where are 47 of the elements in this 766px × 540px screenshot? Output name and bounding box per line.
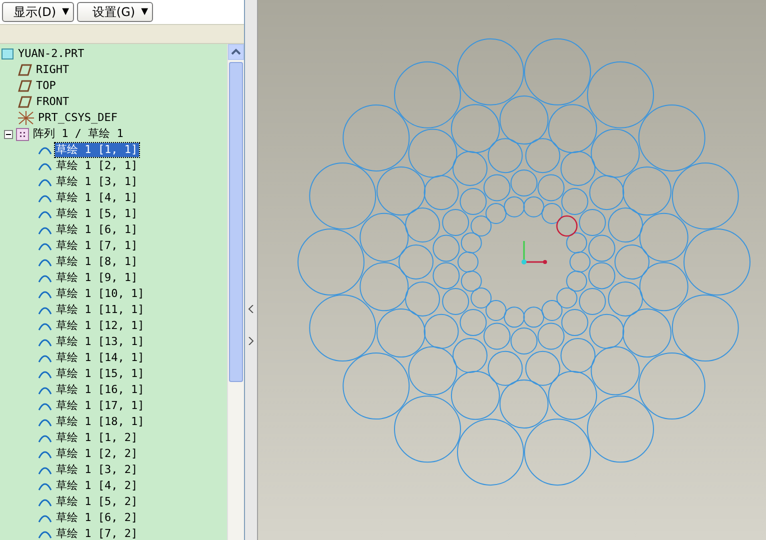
pattern-icon (16, 128, 29, 140)
tree-item[interactable]: 草绘 1 [1, 2] (55, 431, 139, 445)
tree-item[interactable]: PRT_CSYS_DEF (37, 111, 118, 125)
tree-item[interactable]: 草绘 1 [14, 1] (55, 351, 146, 365)
tree-item[interactable]: 草绘 1 [4, 2] (55, 479, 139, 493)
tree-item[interactable]: 草绘 1 [16, 1] (55, 383, 146, 397)
coordinate-system-icon (18, 111, 34, 125)
tree-item[interactable]: 阵列 1 / 草绘 1 (32, 127, 124, 141)
tree-item[interactable]: 草绘 1 [7, 2] (55, 527, 139, 540)
dropdown-button[interactable]: 显示(D) ▼ (2, 2, 74, 22)
tree-item[interactable]: FRONT (35, 95, 70, 109)
plane-icon (18, 80, 32, 92)
tree-item[interactable]: 草绘 1 [10, 1] (55, 287, 146, 301)
tree-item[interactable]: 草绘 1 [5, 2] (55, 495, 139, 509)
plane-icon (18, 96, 32, 108)
tree-item[interactable]: 草绘 1 [1, 1] (55, 143, 139, 157)
tree-item[interactable]: 草绘 1 [18, 1] (55, 415, 146, 429)
scroll-up-icon[interactable] (228, 44, 244, 60)
plane-icon (18, 64, 32, 76)
tree-item[interactable]: 草绘 1 [4, 1] (55, 191, 139, 205)
tree-item[interactable]: 草绘 1 [9, 1] (55, 271, 139, 285)
tree-item[interactable]: 草绘 1 [7, 1] (55, 239, 139, 253)
tree-item[interactable]: 草绘 1 [8, 1] (55, 255, 139, 269)
tree-item[interactable]: TOP (35, 79, 57, 93)
tree-item[interactable]: RIGHT (35, 63, 70, 77)
tree-item[interactable]: 草绘 1 [2, 2] (55, 447, 139, 461)
vertical-scrollbar[interactable] (227, 44, 244, 540)
tree-item[interactable]: 草绘 1 [13, 1] (55, 335, 146, 349)
collapse-icon[interactable] (4, 130, 13, 138)
part-icon (1, 48, 14, 60)
scroll-thumb[interactable] (229, 62, 244, 382)
tree-item[interactable]: 草绘 1 [11, 1] (55, 303, 146, 317)
tree-item[interactable]: 草绘 1 [5, 1] (55, 207, 139, 221)
tree-item[interactable]: 草绘 1 [12, 1] (55, 319, 146, 333)
tree-item[interactable]: 草绘 1 [2, 1] (55, 159, 139, 173)
tree-item[interactable]: 草绘 1 [3, 2] (55, 463, 139, 477)
tree-item[interactable]: 草绘 1 [17, 1] (55, 399, 146, 413)
tree-item[interactable]: 草绘 1 [6, 2] (55, 511, 139, 525)
highlighted-circle (556, 215, 578, 237)
collapse-left-icon[interactable] (248, 305, 254, 313)
tree-item[interactable]: 草绘 1 [6, 1] (55, 223, 139, 237)
coordinate-axes-icon (522, 241, 547, 264)
tree-item[interactable]: YUAN-2.PRT (17, 47, 86, 61)
expand-right-icon[interactable] (248, 337, 254, 345)
tree-item[interactable]: 草绘 1 [15, 1] (55, 367, 146, 381)
dropdown-button[interactable]: 设置(G) ▼ (77, 2, 153, 22)
tree-item[interactable]: 草绘 1 [3, 1] (55, 175, 139, 189)
